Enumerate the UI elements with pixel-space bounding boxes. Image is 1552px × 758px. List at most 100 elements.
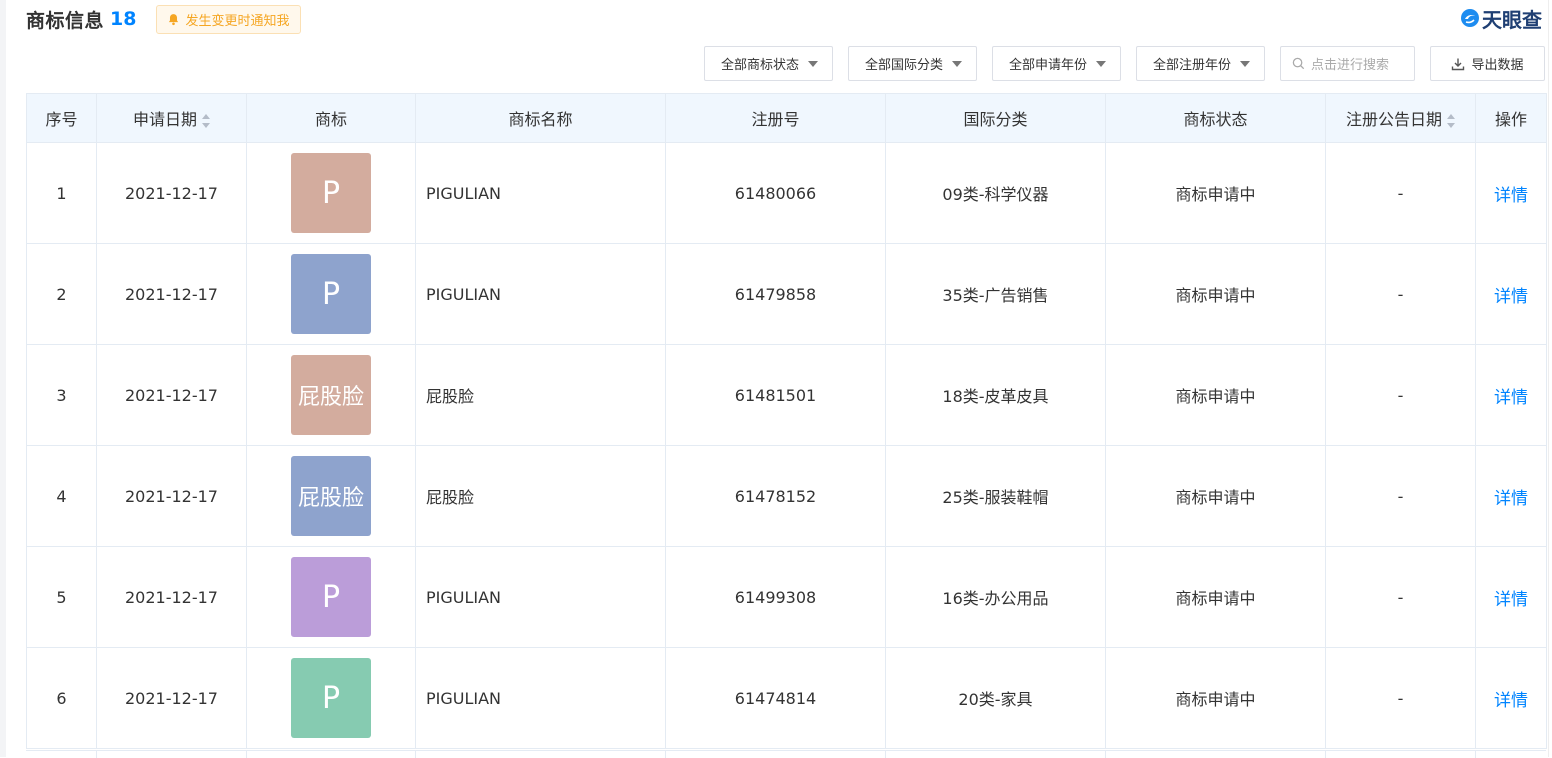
- cell-intl-class: 25类-服装鞋帽: [885, 445, 1106, 547]
- table-header-row: 序号 申请日期 商标 商标名称 注册号 国际分类 商标状态 注册公告日期 操作: [26, 93, 1547, 143]
- download-icon: [1452, 58, 1465, 70]
- col-header-intl-class: 国际分类: [885, 93, 1106, 143]
- cell-status: 商标申请中: [1105, 445, 1326, 547]
- cell-apply-date: 2021-12-17: [96, 546, 247, 648]
- trademark-image[interactable]: P: [291, 557, 371, 637]
- cell-announce-date: -: [1325, 344, 1476, 446]
- cell-trademark-name: PIGULIAN: [415, 647, 666, 749]
- cell-logo: P: [246, 243, 416, 345]
- status-filter-label: 全部商标状态: [720, 58, 799, 73]
- cell-logo: 屁股脸: [246, 445, 416, 547]
- export-label: 导出数据: [1471, 58, 1524, 73]
- cell-apply-date: 2021-12-17: [96, 142, 247, 244]
- cell-logo: P: [246, 546, 416, 648]
- col-header-index: 序号: [26, 93, 97, 143]
- section-title: 商标信息: [26, 9, 105, 32]
- intl-class-filter-dropdown[interactable]: 全部国际分类: [847, 46, 977, 81]
- detail-link[interactable]: 详情: [1494, 287, 1528, 307]
- cell-index: 6: [26, 647, 97, 749]
- cell-announce-date: -: [1325, 142, 1476, 244]
- caret-down-icon: [1240, 60, 1250, 67]
- cell-reg-no: 61499308: [665, 546, 886, 648]
- detail-link[interactable]: 详情: [1494, 388, 1528, 408]
- cell-announce-date: -: [1325, 546, 1476, 648]
- trademark-image[interactable]: P: [291, 658, 371, 738]
- brand-name: 天眼查: [1482, 7, 1542, 32]
- col-header-name: 商标名称: [415, 93, 666, 143]
- col-header-apply-date[interactable]: 申请日期: [96, 93, 247, 143]
- cell-action: 详情: [1475, 344, 1547, 446]
- cell-logo: P: [246, 647, 416, 749]
- cell-logo: P: [246, 142, 416, 244]
- cell-logo: 屁股脸: [246, 344, 416, 446]
- apply-year-filter-dropdown[interactable]: 全部申请年份: [991, 46, 1121, 81]
- cell-apply-date: 2021-12-17: [96, 647, 247, 749]
- trademark-image[interactable]: P: [291, 254, 371, 334]
- cell-reg-no: 61478152: [665, 445, 886, 547]
- cell-announce-date: -: [1325, 445, 1476, 547]
- cell-apply-date: 2021-12-17: [96, 445, 247, 547]
- table-row: 3 2021-12-17 屁股脸 屁股脸 61481501 18类-皮革皮具 商…: [26, 344, 1547, 446]
- cell-status: 商标申请中: [1105, 243, 1326, 345]
- reg-year-filter-label: 全部注册年份: [1152, 58, 1231, 73]
- detail-link[interactable]: 详情: [1494, 186, 1528, 206]
- cell-status: 商标申请中: [1105, 142, 1326, 244]
- cell-intl-class: 18类-皮革皮具: [885, 344, 1106, 446]
- section-header: 商标信息 18 发生变更时通知我: [26, 4, 302, 34]
- caret-down-icon: [807, 60, 818, 67]
- detail-link[interactable]: 详情: [1494, 691, 1528, 711]
- cell-trademark-name: PIGULIAN: [415, 546, 666, 648]
- cell-status: 商标申请中: [1105, 647, 1326, 749]
- table-row: 6 2021-12-17 P PIGULIAN 61474814 20类-家具 …: [26, 647, 1547, 749]
- filter-bar: 全部商标状态 全部国际分类 全部申请年份 全部注册年份 点击进行搜索 导出数据: [689, 46, 1545, 81]
- cell-action: 详情: [1475, 142, 1547, 244]
- notify-on-change-button[interactable]: 发生变更时通知我: [156, 4, 302, 34]
- scrollbar[interactable]: [1548, 0, 1552, 757]
- detail-link[interactable]: 详情: [1494, 590, 1528, 610]
- cell-action: 详情: [1475, 445, 1547, 547]
- cell-trademark-name: 屁股脸: [415, 344, 666, 446]
- trademark-image[interactable]: 屁股脸: [291, 355, 371, 435]
- cell-index: 4: [26, 445, 97, 547]
- trademark-image[interactable]: 屁股脸: [291, 456, 371, 536]
- notify-label: 发生变更时通知我: [185, 13, 290, 29]
- export-data-button[interactable]: 导出数据: [1430, 46, 1545, 81]
- status-filter-dropdown[interactable]: 全部商标状态: [703, 46, 833, 81]
- sort-icon[interactable]: [1447, 113, 1455, 128]
- sort-icon[interactable]: [202, 113, 210, 128]
- trademark-image[interactable]: P: [291, 153, 371, 233]
- cell-action: 详情: [1475, 647, 1547, 749]
- cell-index: 5: [26, 546, 97, 648]
- cell-trademark-name: PIGULIAN: [415, 243, 666, 345]
- brand-logo[interactable]: 天眼查: [1460, 5, 1542, 32]
- cell-announce-date: -: [1325, 647, 1476, 749]
- cell-trademark-name: PIGULIAN: [415, 142, 666, 244]
- trademark-table: 序号 申请日期 商标 商标名称 注册号 国际分类 商标状态 注册公告日期 操作 …: [26, 93, 1547, 749]
- cell-trademark-name: 屁股脸: [415, 445, 666, 547]
- cell-status: 商标申请中: [1105, 344, 1326, 446]
- search-placeholder: 点击进行搜索: [1311, 58, 1390, 73]
- cell-reg-no: 61479858: [665, 243, 886, 345]
- caret-down-icon: [1095, 60, 1106, 67]
- search-input[interactable]: 点击进行搜索: [1280, 46, 1415, 81]
- cell-index: 3: [26, 344, 97, 446]
- cell-index: 1: [26, 142, 97, 244]
- table-row: 5 2021-12-17 P PIGULIAN 61499308 16类-办公用…: [26, 546, 1547, 648]
- col-header-logo: 商标: [246, 93, 416, 143]
- col-header-action: 操作: [1475, 93, 1547, 143]
- intl-class-filter-label: 全部国际分类: [864, 58, 943, 73]
- detail-link[interactable]: 详情: [1494, 489, 1528, 509]
- cell-apply-date: 2021-12-17: [96, 344, 247, 446]
- search-icon: [1292, 57, 1305, 70]
- page-left-gutter: [0, 0, 6, 757]
- apply-year-filter-label: 全部申请年份: [1008, 58, 1087, 73]
- reg-year-filter-dropdown[interactable]: 全部注册年份: [1135, 46, 1265, 81]
- cell-status: 商标申请中: [1105, 546, 1326, 648]
- cell-reg-no: 61474814: [665, 647, 886, 749]
- col-header-status: 商标状态: [1105, 93, 1326, 143]
- cell-index: 2: [26, 243, 97, 345]
- col-header-announce-date[interactable]: 注册公告日期: [1325, 93, 1476, 143]
- bell-icon: [169, 13, 179, 25]
- table-row: 4 2021-12-17 屁股脸 屁股脸 61478152 25类-服装鞋帽 商…: [26, 445, 1547, 547]
- cell-action: 详情: [1475, 546, 1547, 648]
